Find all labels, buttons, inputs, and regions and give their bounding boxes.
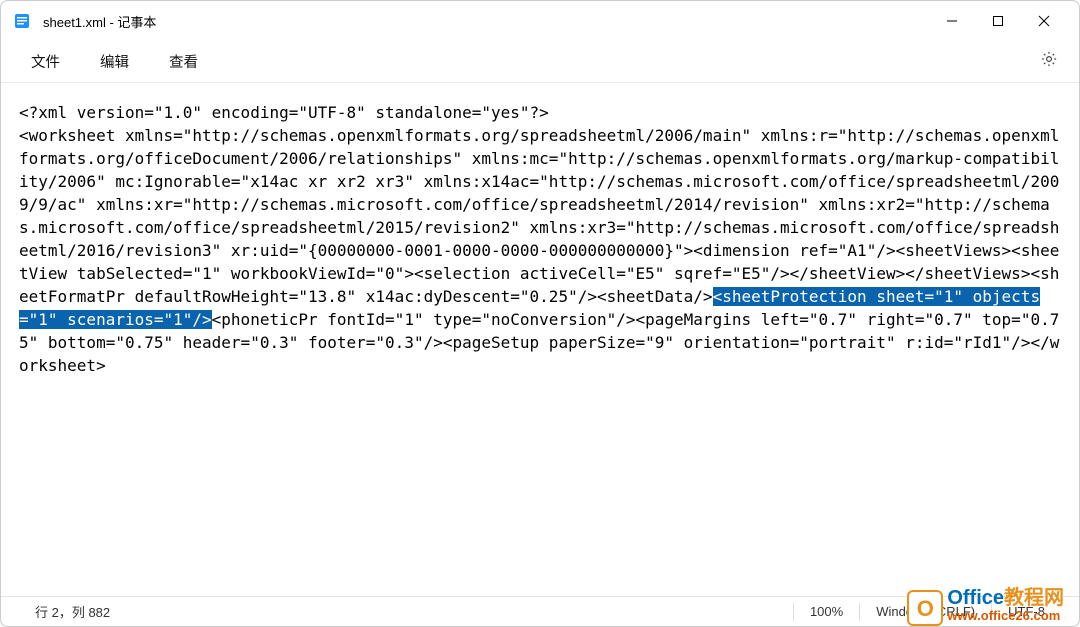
maximize-button[interactable] (975, 5, 1021, 37)
notepad-icon (13, 12, 31, 30)
gear-icon (1040, 50, 1058, 73)
settings-button[interactable] (1035, 48, 1063, 76)
window-title: sheet1.xml - 记事本 (43, 12, 929, 31)
menu-view[interactable]: 查看 (157, 45, 210, 78)
close-button[interactable] (1021, 5, 1067, 37)
status-cursor-position: 行 2，列 882 (19, 602, 793, 621)
notepad-window: sheet1.xml - 记事本 文件 编辑 查看 <?xml (0, 0, 1080, 627)
menubar: 文件 编辑 查看 (1, 41, 1079, 83)
text-area[interactable]: <?xml version="1.0" encoding="UTF-8" sta… (1, 83, 1079, 596)
text-pre-selection: <?xml version="1.0" encoding="UTF-8" sta… (19, 103, 1059, 306)
window-controls (929, 5, 1067, 37)
menu-file[interactable]: 文件 (19, 45, 72, 78)
titlebar[interactable]: sheet1.xml - 记事本 (1, 1, 1079, 41)
status-line-ending: Windows (CRLF) (860, 604, 991, 619)
menu-edit[interactable]: 编辑 (88, 45, 141, 78)
status-encoding: UTF-8 (992, 604, 1061, 619)
status-zoom[interactable]: 100% (794, 604, 859, 619)
minimize-button[interactable] (929, 5, 975, 37)
statusbar: 行 2，列 882 100% Windows (CRLF) UTF-8 (1, 596, 1079, 626)
